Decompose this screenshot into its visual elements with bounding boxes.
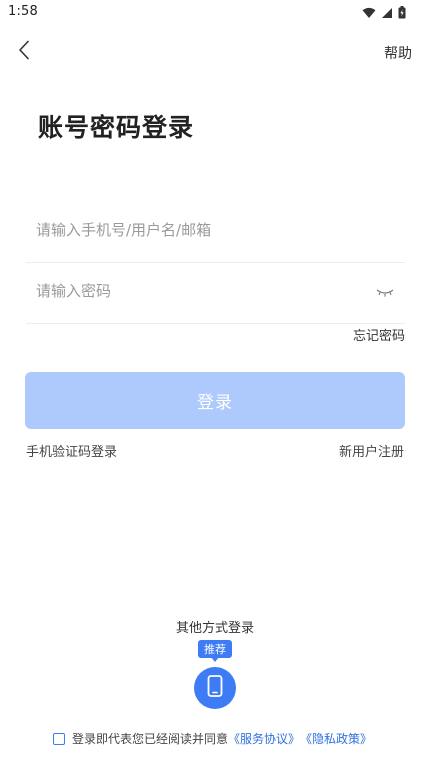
status-time: 1:58 (8, 4, 38, 19)
status-bar: 1:58 (0, 0, 430, 24)
status-icons (362, 4, 406, 23)
login-button-label: 登录 (197, 393, 233, 413)
page-title: 账号密码登录 (38, 113, 195, 142)
other-login-title: 其他方式登录 (175, 621, 254, 636)
agreement-checkbox[interactable] (53, 732, 65, 745)
sms-login-link[interactable]: 手机验证码登录 (26, 441, 117, 460)
back-button[interactable] (12, 40, 36, 64)
register-link[interactable]: 新用户注册 (339, 441, 404, 460)
agreement-row: 登录即代表您已经阅读并同意 《服务协议》 《隐私政策》 (53, 730, 372, 747)
cellular-signal-icon (381, 4, 393, 23)
wifi-icon (362, 4, 376, 23)
login-button[interactable]: 登录 (25, 372, 405, 429)
phone-login-button[interactable] (194, 667, 236, 709)
agreement-text: 登录即代表您已经阅读并同意 (72, 732, 229, 746)
help-link[interactable]: 帮助 (384, 43, 412, 63)
account-field (26, 202, 405, 263)
service-agreement-link[interactable]: 《服务协议》 (228, 730, 300, 747)
mobile-phone-icon (207, 675, 223, 701)
battery-charging-icon (398, 4, 406, 23)
password-input[interactable] (26, 263, 356, 319)
recommended-badge: 推荐 (198, 640, 232, 658)
account-input[interactable] (26, 202, 356, 258)
eye-closed-icon[interactable] (375, 285, 395, 299)
password-field (26, 263, 405, 324)
badge-pointer (211, 657, 219, 662)
forgot-password-link[interactable]: 忘记密码 (353, 325, 405, 344)
privacy-policy-link[interactable]: 《隐私政策》 (300, 730, 372, 747)
chevron-left-icon (18, 40, 30, 64)
